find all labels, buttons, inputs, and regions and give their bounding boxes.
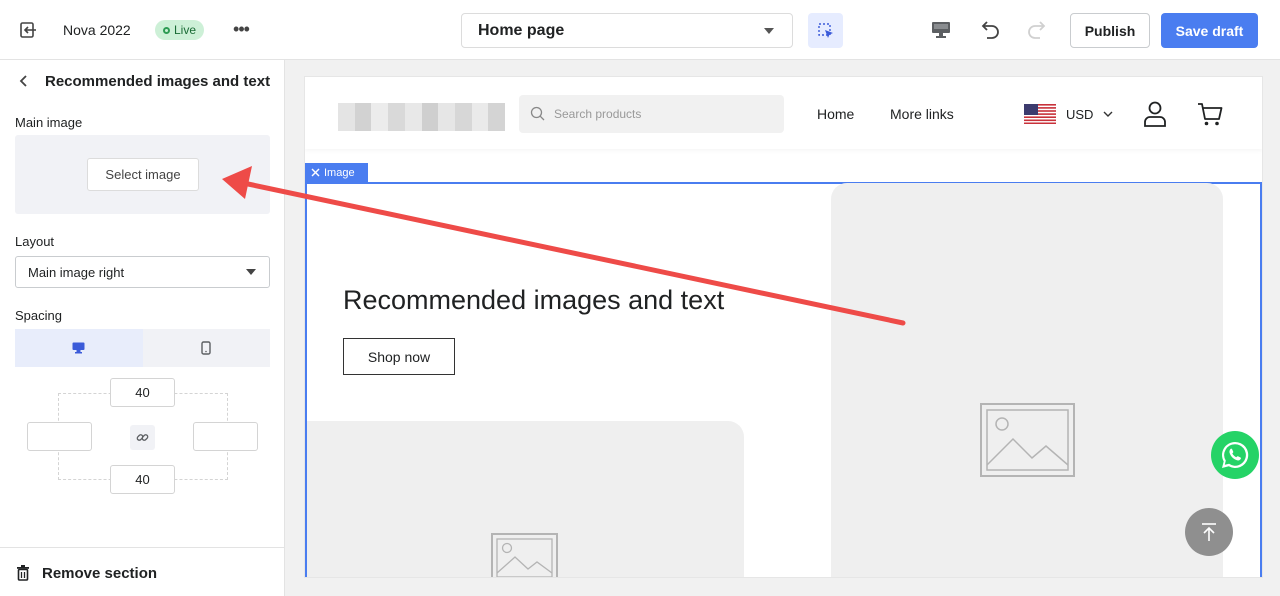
top-bar: Nova 2022 Live ••• Home page Publish Sav… [0, 0, 1280, 60]
arrow-up-icon [1202, 523, 1216, 541]
caret-down-icon [764, 28, 774, 34]
select-element-button[interactable] [808, 13, 843, 48]
store-name: Nova 2022 [63, 22, 131, 38]
close-icon [311, 168, 320, 177]
remove-section-label: Remove section [42, 565, 158, 582]
save-draft-button[interactable]: Save draft [1161, 13, 1258, 48]
search-placeholder: Search products [554, 107, 642, 121]
main-image-placeholder[interactable] [831, 183, 1223, 577]
select-element-icon [817, 22, 833, 38]
back-to-top-button[interactable] [1185, 508, 1233, 556]
whatsapp-chat-button[interactable] [1211, 431, 1259, 479]
section-title: Recommended images and text [45, 73, 271, 90]
desktop-icon [72, 342, 85, 354]
currency-selector[interactable]: USD [1024, 103, 1113, 125]
search-input[interactable]: Search products [519, 95, 784, 133]
main-image-label: Main image [15, 115, 83, 130]
spacing-top-input[interactable]: 40 [110, 378, 175, 407]
live-dot-icon [163, 26, 170, 34]
page-selector-value: Home page [478, 21, 565, 39]
main-image-dropzone[interactable]: Select image [15, 135, 270, 214]
back-button[interactable] [16, 73, 32, 89]
desktop-view-button[interactable] [929, 18, 953, 42]
link-icon [136, 434, 149, 441]
trash-icon [17, 565, 29, 581]
redo-icon [1028, 21, 1046, 39]
exit-editor-button[interactable] [18, 20, 40, 40]
cart-icon[interactable] [1197, 101, 1223, 127]
undo-button[interactable] [978, 17, 1002, 41]
nav-link-more-links[interactable]: More links [890, 106, 954, 122]
nav-link-home[interactable]: Home [817, 106, 854, 122]
spacing-right-input[interactable] [193, 422, 258, 451]
exit-icon [20, 22, 36, 38]
desktop-icon [932, 22, 950, 38]
mobile-icon [201, 341, 211, 355]
spacing-label: Spacing [15, 308, 62, 323]
remove-section-button[interactable]: Remove section [0, 547, 285, 596]
layout-select[interactable]: Main image right [15, 256, 270, 288]
spacing-bottom-input[interactable]: 40 [110, 465, 175, 494]
image-placeholder-icon [980, 403, 1075, 477]
select-image-button[interactable]: Select image [87, 158, 199, 191]
us-flag-icon [1024, 104, 1056, 124]
section-tag-label: Image [324, 166, 355, 179]
settings-sidebar: Recommended images and text Main image S… [0, 60, 285, 596]
store-preview-canvas: Search products Home More links USD Imag… [305, 77, 1262, 577]
layout-label: Layout [15, 234, 55, 249]
currency-code: USD [1066, 106, 1094, 122]
live-status-badge: Live [155, 20, 205, 40]
spacing-left-input[interactable] [27, 422, 92, 451]
store-logo[interactable] [338, 103, 506, 131]
sidebar-header: Recommended images and text [0, 60, 285, 104]
spacing-desktop-tab[interactable] [15, 329, 143, 367]
spacing-device-toggle [15, 329, 270, 367]
section-heading: Recommended images and text [343, 285, 725, 315]
chevron-left-icon [19, 75, 27, 87]
link-spacing-button[interactable] [130, 425, 155, 450]
caret-down-icon [246, 269, 256, 275]
undo-icon [981, 21, 999, 39]
selected-section-tag[interactable]: Image [305, 163, 368, 182]
whatsapp-icon [1222, 441, 1249, 468]
more-actions-button[interactable]: ••• [230, 18, 252, 40]
chevron-down-icon [1103, 111, 1113, 117]
layout-select-value: Main image right [28, 264, 125, 280]
shop-now-button[interactable]: Shop now [343, 338, 455, 375]
live-status-label: Live [174, 23, 197, 37]
page-selector[interactable]: Home page [461, 13, 793, 48]
publish-button[interactable]: Publish [1070, 13, 1150, 48]
site-header: Search products Home More links USD [305, 77, 1262, 149]
account-icon[interactable] [1143, 101, 1167, 127]
redo-button[interactable] [1025, 17, 1049, 41]
spacing-mobile-tab[interactable] [142, 329, 270, 367]
search-icon [530, 106, 545, 121]
image-placeholder-icon [491, 533, 558, 577]
